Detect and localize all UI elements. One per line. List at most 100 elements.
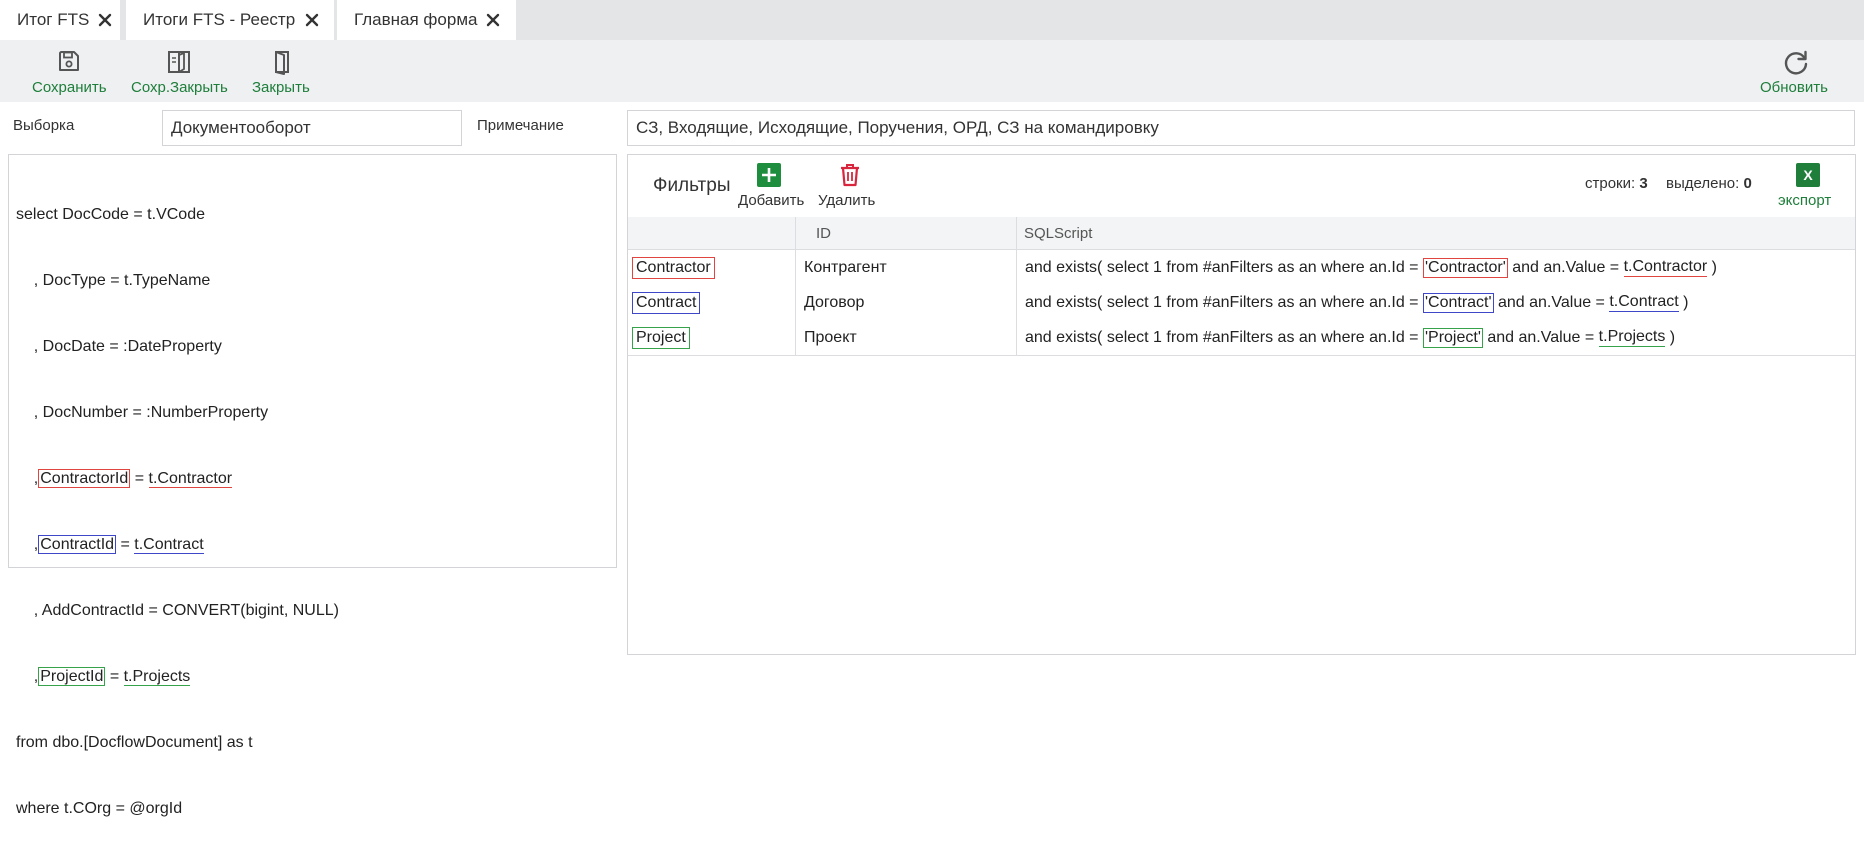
trash-icon bbox=[841, 164, 859, 187]
close-icon[interactable] bbox=[485, 12, 501, 28]
sql-assign: = bbox=[105, 668, 124, 685]
save-close-button[interactable]: Сохр.Закрыть bbox=[130, 40, 230, 102]
filter-key: Contract bbox=[632, 291, 701, 314]
delete-filter-button[interactable]: Удалить bbox=[818, 163, 882, 213]
excel-icon: X bbox=[1796, 163, 1820, 187]
selection-label: Выборка bbox=[13, 117, 75, 134]
filter-key: Contractor bbox=[632, 256, 715, 279]
sql-assign: = bbox=[130, 470, 149, 487]
sql-code: select DocCode = t.VCode , DocType = t.T… bbox=[16, 160, 339, 864]
key-cell: Contractor bbox=[632, 250, 715, 285]
sql-prefix: , bbox=[16, 536, 39, 553]
sql-line: , DocType = t.TypeName bbox=[16, 272, 211, 289]
key-cell: Contract bbox=[632, 285, 701, 320]
script-key: 'Contract' bbox=[1422, 292, 1494, 313]
selected-count: 0 bbox=[1743, 175, 1752, 192]
rows-label: строки: bbox=[1585, 175, 1636, 192]
refresh-label: Обновить bbox=[1760, 79, 1828, 96]
sql-line: , DocNumber = :NumberProperty bbox=[16, 404, 269, 421]
sql-assign: = bbox=[116, 536, 135, 553]
sql-line: , ProjectId = t.Projects bbox=[16, 666, 339, 688]
script-text: and exists( select 1 from #anFilters as … bbox=[1025, 293, 1423, 311]
tab-itogi-fts-reestr[interactable]: Итоги FTS - Реестр bbox=[126, 0, 334, 40]
sql-line: , DocDate = :DateProperty bbox=[16, 338, 222, 355]
save-close-label: Сохр.Закрыть bbox=[131, 79, 228, 96]
refresh-button[interactable]: Обновить bbox=[1756, 40, 1836, 102]
sqlscript-cell: and exists( select 1 from #anFilters as … bbox=[1025, 250, 1717, 285]
sql-line: from dbo.[DocflowDocument] as t bbox=[16, 734, 253, 751]
close-button[interactable]: Закрыть bbox=[250, 40, 316, 102]
script-text: and an.Value = bbox=[1507, 258, 1624, 276]
table-row[interactable]: Contractor Контрагент and exists( select… bbox=[628, 250, 1855, 286]
script-text: and an.Value = bbox=[1493, 293, 1610, 311]
tab-label: Главная форма bbox=[354, 10, 478, 29]
save-close-icon bbox=[168, 51, 190, 73]
column-divider bbox=[795, 285, 796, 320]
sql-prefix: , bbox=[16, 470, 39, 487]
door-close-icon bbox=[275, 51, 289, 75]
tab-label: Итог FTS bbox=[17, 10, 90, 29]
sqlscript-cell: and exists( select 1 from #anFilters as … bbox=[1025, 285, 1688, 320]
refresh-icon bbox=[1784, 50, 1808, 75]
sql-line: , ContractId = t.Contract bbox=[16, 534, 339, 556]
key-cell: Project bbox=[632, 320, 690, 355]
column-header-key[interactable] bbox=[636, 217, 786, 249]
sql-key-project-id: ProjectId bbox=[38, 667, 106, 686]
close-icon[interactable] bbox=[304, 12, 320, 28]
sqlscript-cell: and exists( select 1 from #anFilters as … bbox=[1025, 320, 1675, 355]
tab-itog-fts[interactable]: Итог FTS bbox=[0, 0, 120, 40]
id-cell: Проект bbox=[804, 328, 857, 346]
filter-key: Project bbox=[632, 326, 690, 349]
toolbar: Сохранить Сохр.Закрыть Закрыть Обновить bbox=[0, 40, 1864, 102]
sql-line: where t.COrg = @orgId bbox=[16, 800, 183, 817]
column-divider bbox=[795, 320, 796, 355]
script-text: ) bbox=[1707, 258, 1717, 276]
script-text: and exists( select 1 from #anFilters as … bbox=[1025, 328, 1423, 346]
column-header-id[interactable]: ID bbox=[816, 217, 1016, 249]
sql-value-projects: t.Projects bbox=[123, 668, 191, 686]
script-text: ) bbox=[1678, 293, 1689, 311]
save-button[interactable]: Сохранить bbox=[30, 40, 110, 102]
script-key: 'Contractor' bbox=[1422, 257, 1508, 278]
note-label: Примечание bbox=[477, 117, 564, 134]
sql-line: , AddContractId = CONVERT(bigint, NULL) bbox=[16, 602, 339, 619]
sql-value-contract: t.Contract bbox=[134, 536, 204, 554]
add-label: Добавить bbox=[738, 192, 805, 209]
export-label: экспорт bbox=[1778, 192, 1832, 209]
selected-label: выделено: bbox=[1666, 175, 1740, 192]
column-divider bbox=[1016, 285, 1017, 320]
sql-key-contractor-id: ContractorId bbox=[38, 469, 131, 488]
filters-panel: Фильтры Добавить Удалить строки: 3 выдел… bbox=[627, 154, 1856, 655]
sql-prefix: , bbox=[16, 668, 39, 685]
table-row[interactable]: Project Проект and exists( select 1 from… bbox=[628, 320, 1855, 356]
column-divider[interactable] bbox=[1016, 217, 1017, 249]
grid-header: ID SQLScript bbox=[628, 217, 1855, 250]
export-button[interactable]: X экспорт bbox=[1776, 163, 1840, 213]
save-label: Сохранить bbox=[32, 79, 107, 96]
note-field[interactable]: СЗ, Входящие, Исходящие, Поручения, ОРД,… bbox=[627, 110, 1855, 146]
sql-editor[interactable]: select DocCode = t.VCode , DocType = t.T… bbox=[8, 154, 617, 817]
column-divider[interactable] bbox=[795, 217, 796, 249]
table-row[interactable]: Contract Договор and exists( select 1 fr… bbox=[628, 285, 1855, 321]
sql-key-contract-id: ContractId bbox=[38, 535, 117, 554]
id-cell: Договор bbox=[804, 293, 865, 311]
tab-label: Итоги FTS - Реестр bbox=[143, 10, 296, 29]
excel-icon-letter: X bbox=[1803, 167, 1813, 183]
script-text: and exists( select 1 from #anFilters as … bbox=[1025, 258, 1423, 276]
script-key: 'Project' bbox=[1422, 327, 1483, 348]
sql-line: , ContractorId = t.Contractor bbox=[16, 468, 339, 490]
column-divider bbox=[1016, 250, 1017, 285]
delete-label: Удалить bbox=[818, 192, 876, 209]
close-icon[interactable] bbox=[97, 12, 113, 28]
column-header-sqlscript[interactable]: SQLScript bbox=[1024, 217, 1324, 249]
id-cell: Контрагент bbox=[804, 258, 887, 276]
selection-field[interactable]: Документооборот bbox=[162, 110, 462, 146]
add-filter-button[interactable]: Добавить bbox=[738, 163, 810, 213]
column-divider bbox=[795, 250, 796, 285]
tab-glavnaya-forma[interactable]: Главная форма bbox=[337, 0, 516, 40]
sql-line: select DocCode = t.VCode bbox=[16, 206, 205, 223]
tab-bar: Итог FTS Итоги FTS - Реестр Главная форм… bbox=[0, 0, 1864, 40]
script-value: t.Projects bbox=[1598, 328, 1666, 347]
rows-count: 3 bbox=[1639, 175, 1648, 192]
filters-title: Фильтры bbox=[653, 175, 731, 196]
